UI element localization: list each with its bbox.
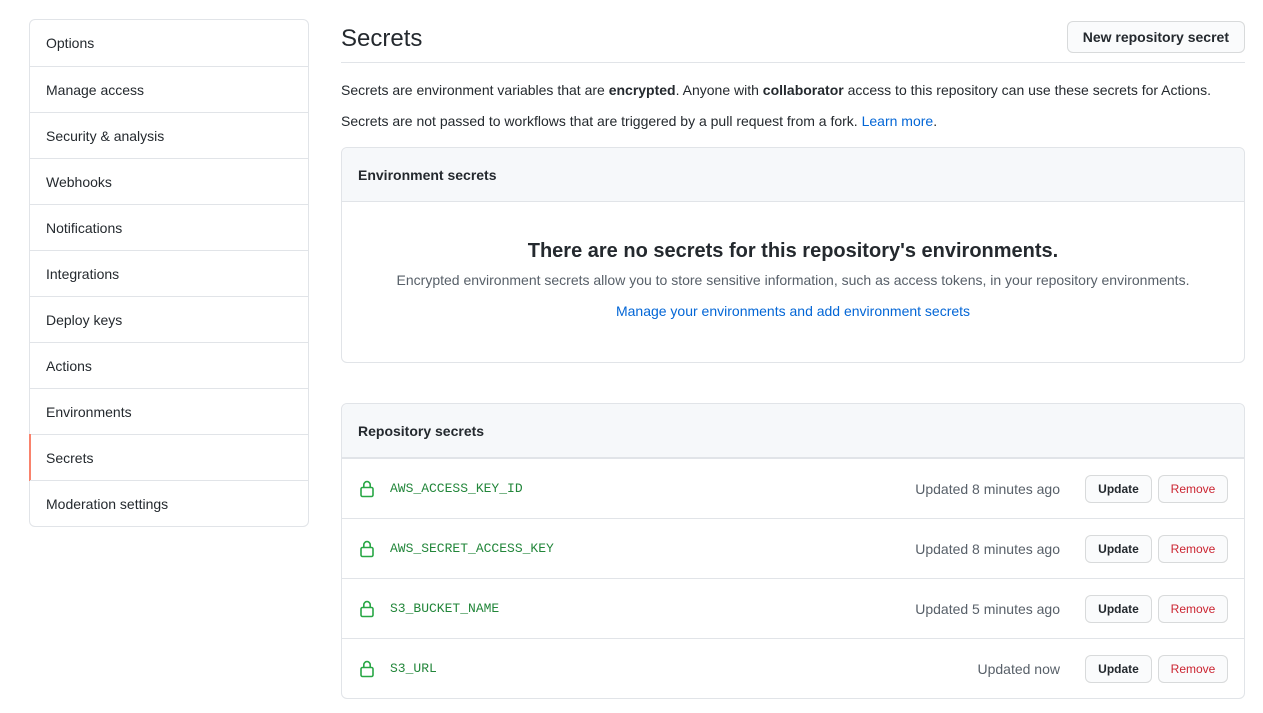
new-repository-secret-button[interactable]: New repository secret (1066, 21, 1245, 53)
remove-secret-button[interactable]: Remove (1158, 535, 1228, 563)
learn-more-link[interactable]: Learn more (862, 113, 934, 129)
settings-sidebar: Options Manage access Security & analysi… (29, 19, 309, 527)
sidebar-item-security-analysis[interactable]: Security & analysis (30, 112, 308, 158)
remove-secret-button[interactable]: Remove (1158, 475, 1228, 503)
fork-notice: Secrets are not passed to workflows that… (341, 111, 1245, 131)
lock-icon (360, 540, 374, 558)
secret-updated-time: Updated 8 minutes ago (915, 481, 1060, 497)
sidebar-item-deploy-keys[interactable]: Deploy keys (30, 296, 308, 342)
lock-icon (360, 480, 374, 498)
sidebar-item-notifications[interactable]: Notifications (30, 204, 308, 250)
environment-secrets-header: Environment secrets (342, 148, 1244, 202)
sidebar-item-environments[interactable]: Environments (30, 388, 308, 434)
sidebar-item-secrets[interactable]: Secrets (29, 434, 308, 481)
desc-bold-collaborator: collaborator (762, 82, 844, 98)
secret-row: AWS_SECRET_ACCESS_KEY Updated 8 minutes … (342, 518, 1244, 578)
page-title: Secrets (341, 25, 423, 52)
secret-name: AWS_SECRET_ACCESS_KEY (390, 541, 554, 556)
secret-updated-time: Updated 8 minutes ago (915, 541, 1060, 557)
secret-name: S3_URL (390, 661, 437, 676)
secret-updated-time: Updated now (977, 661, 1060, 677)
main-content: Secrets New repository secret Secrets ar… (341, 19, 1245, 699)
update-secret-button[interactable]: Update (1085, 655, 1152, 683)
update-secret-button[interactable]: Update (1085, 535, 1152, 563)
repository-secrets-box: Repository secrets AWS_ACCESS_KEY_ID Upd… (341, 403, 1245, 699)
secret-row: S3_URL Updated now Update Remove (342, 638, 1244, 698)
blankslate-description: Encrypted environment secrets allow you … (396, 272, 1190, 288)
environment-secrets-box: Environment secrets There are no secrets… (341, 147, 1245, 363)
update-secret-button[interactable]: Update (1085, 595, 1152, 623)
lock-icon (360, 660, 374, 678)
desc-bold-encrypted: encrypted (608, 82, 676, 98)
sidebar-item-actions[interactable]: Actions (30, 342, 308, 388)
fork-notice-text: Secrets are not passed to workflows that… (341, 113, 862, 129)
blankslate-title: There are no secrets for this repository… (527, 240, 1059, 262)
secret-row: AWS_ACCESS_KEY_ID Updated 8 minutes ago … (342, 458, 1244, 518)
secret-row: S3_BUCKET_NAME Updated 5 minutes ago Upd… (342, 578, 1244, 638)
secret-updated-time: Updated 5 minutes ago (915, 601, 1060, 617)
repository-secrets-header: Repository secrets (342, 404, 1244, 458)
lock-icon (360, 600, 374, 618)
desc-text-3: access to this repository can use these … (843, 82, 1211, 98)
sidebar-item-webhooks[interactable]: Webhooks (30, 158, 308, 204)
update-secret-button[interactable]: Update (1085, 475, 1152, 503)
secrets-description: Secrets are environment variables that a… (341, 80, 1245, 100)
remove-secret-button[interactable]: Remove (1158, 595, 1228, 623)
sidebar-item-integrations[interactable]: Integrations (30, 250, 308, 296)
secret-name: S3_BUCKET_NAME (390, 601, 500, 616)
sidebar-item-options[interactable]: Options (30, 20, 308, 66)
manage-environments-link[interactable]: Manage your environments and add environ… (616, 301, 970, 321)
environment-secrets-blankslate: There are no secrets for this repository… (342, 202, 1244, 321)
page-header: Secrets New repository secret (341, 19, 1245, 63)
secret-name: AWS_ACCESS_KEY_ID (390, 481, 523, 496)
sidebar-item-manage-access[interactable]: Manage access (30, 66, 308, 112)
desc-text-2: . Anyone with (675, 82, 763, 98)
fork-notice-suffix: . (933, 113, 938, 129)
desc-text-1: Secrets are environment variables that a… (341, 82, 609, 98)
remove-secret-button[interactable]: Remove (1158, 655, 1228, 683)
sidebar-item-moderation-settings[interactable]: Moderation settings (30, 480, 308, 526)
